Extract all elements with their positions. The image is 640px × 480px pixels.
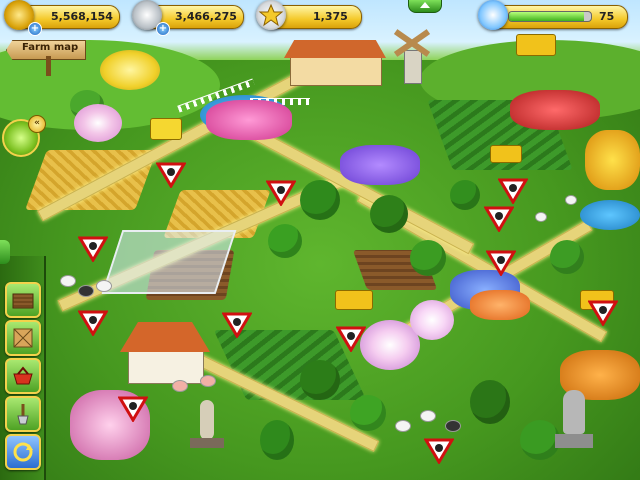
- tree[interactable]: [450, 180, 480, 210]
- add-silver-button[interactable]: +: [156, 22, 170, 36]
- sheep[interactable]: [96, 280, 112, 292]
- farm-map-label: Farm map: [22, 42, 79, 53]
- harvester-machine[interactable]: [150, 118, 182, 140]
- tree[interactable]: [300, 360, 340, 400]
- warning-sign-icon[interactable]: [221, 312, 253, 339]
- warning-sign-icon[interactable]: [485, 250, 517, 277]
- coins-value: 5,568,154: [51, 10, 113, 23]
- warning-sign-icon[interactable]: [155, 162, 187, 189]
- energy-value: 75: [599, 10, 615, 23]
- sunflower-bed[interactable]: [585, 130, 640, 190]
- sheep[interactable]: [60, 275, 76, 287]
- warning-sign-icon[interactable]: [265, 180, 297, 207]
- warning-sign-icon[interactable]: [117, 396, 149, 423]
- star-icon: [256, 0, 286, 30]
- tree[interactable]: [260, 420, 294, 460]
- stars-value: 1,375: [313, 10, 348, 23]
- warning-sign-icon[interactable]: [77, 236, 109, 263]
- sheep[interactable]: [395, 420, 411, 432]
- greenhouse[interactable]: [101, 230, 237, 294]
- cottage[interactable]: [120, 322, 210, 384]
- sheep[interactable]: [78, 285, 94, 297]
- tool-button-shovel[interactable]: [5, 396, 41, 432]
- signpost-pole: [46, 56, 51, 76]
- recycle-icon: [13, 442, 33, 462]
- pond: [580, 200, 640, 230]
- tool-button-basket[interactable]: [5, 358, 41, 394]
- sheep[interactable]: [420, 410, 436, 422]
- pink-flower-bed[interactable]: [206, 100, 292, 140]
- warning-sign-icon[interactable]: [423, 438, 455, 465]
- tool-button-recycle[interactable]: [5, 434, 41, 470]
- silver-value: 3,466,275: [175, 10, 237, 23]
- tool-panel: [0, 256, 46, 480]
- red-flower-bed[interactable]: [510, 90, 600, 130]
- tree[interactable]: [268, 224, 302, 258]
- expand-top-panel-button[interactable]: [408, 0, 442, 13]
- tree[interactable]: [410, 240, 446, 276]
- goose[interactable]: [565, 195, 577, 205]
- yellow-blossom-tree[interactable]: [100, 50, 160, 90]
- warning-sign-icon[interactable]: [483, 206, 515, 233]
- purple-flower-bed[interactable]: [340, 145, 420, 185]
- day-clock[interactable]: «: [0, 115, 46, 163]
- farm-scene[interactable]: [0, 0, 640, 480]
- corn-statue[interactable]: [190, 400, 224, 450]
- shovel-icon: [17, 404, 29, 425]
- pig[interactable]: [172, 380, 188, 392]
- tree[interactable]: [370, 195, 408, 233]
- wooden-crate-icon: [13, 328, 33, 348]
- fast-forward-button[interactable]: «: [28, 115, 46, 133]
- tool-button-field[interactable]: [5, 282, 41, 318]
- tree[interactable]: [550, 240, 584, 274]
- stone-statue[interactable]: [555, 390, 593, 450]
- energy-progress-fill: [509, 12, 585, 21]
- warning-sign-icon[interactable]: [335, 326, 367, 353]
- farm-map-button[interactable]: Farm map: [6, 36, 88, 76]
- tree[interactable]: [350, 395, 386, 431]
- pig[interactable]: [200, 375, 216, 387]
- collapse-toolbar-button[interactable]: [0, 240, 10, 264]
- farmer-avatar-icon[interactable]: [478, 0, 508, 30]
- harvester-machine[interactable]: [490, 145, 522, 163]
- warning-sign-icon[interactable]: [497, 178, 529, 205]
- warning-sign-icon[interactable]: [587, 300, 619, 327]
- tool-button-crate[interactable]: [5, 320, 41, 356]
- harvester-machine[interactable]: [335, 290, 373, 310]
- tree[interactable]: [300, 180, 340, 220]
- field-plot-icon: [12, 293, 34, 309]
- tree[interactable]: [470, 380, 510, 424]
- main-farmhouse[interactable]: [284, 40, 386, 86]
- shopping-basket-icon: [13, 366, 33, 385]
- harvester-machine[interactable]: [516, 34, 556, 56]
- tree[interactable]: [520, 420, 560, 460]
- energy-progress-bar: [508, 11, 592, 22]
- add-coins-button[interactable]: +: [28, 22, 42, 36]
- sheep[interactable]: [445, 420, 461, 432]
- goose[interactable]: [535, 212, 547, 222]
- cherry-blossom-tree[interactable]: [410, 300, 454, 340]
- orange-flower-bed[interactable]: [470, 290, 530, 320]
- warning-sign-icon[interactable]: [77, 310, 109, 337]
- windmill[interactable]: [392, 29, 432, 84]
- cherry-blossom-tree[interactable]: [74, 104, 122, 142]
